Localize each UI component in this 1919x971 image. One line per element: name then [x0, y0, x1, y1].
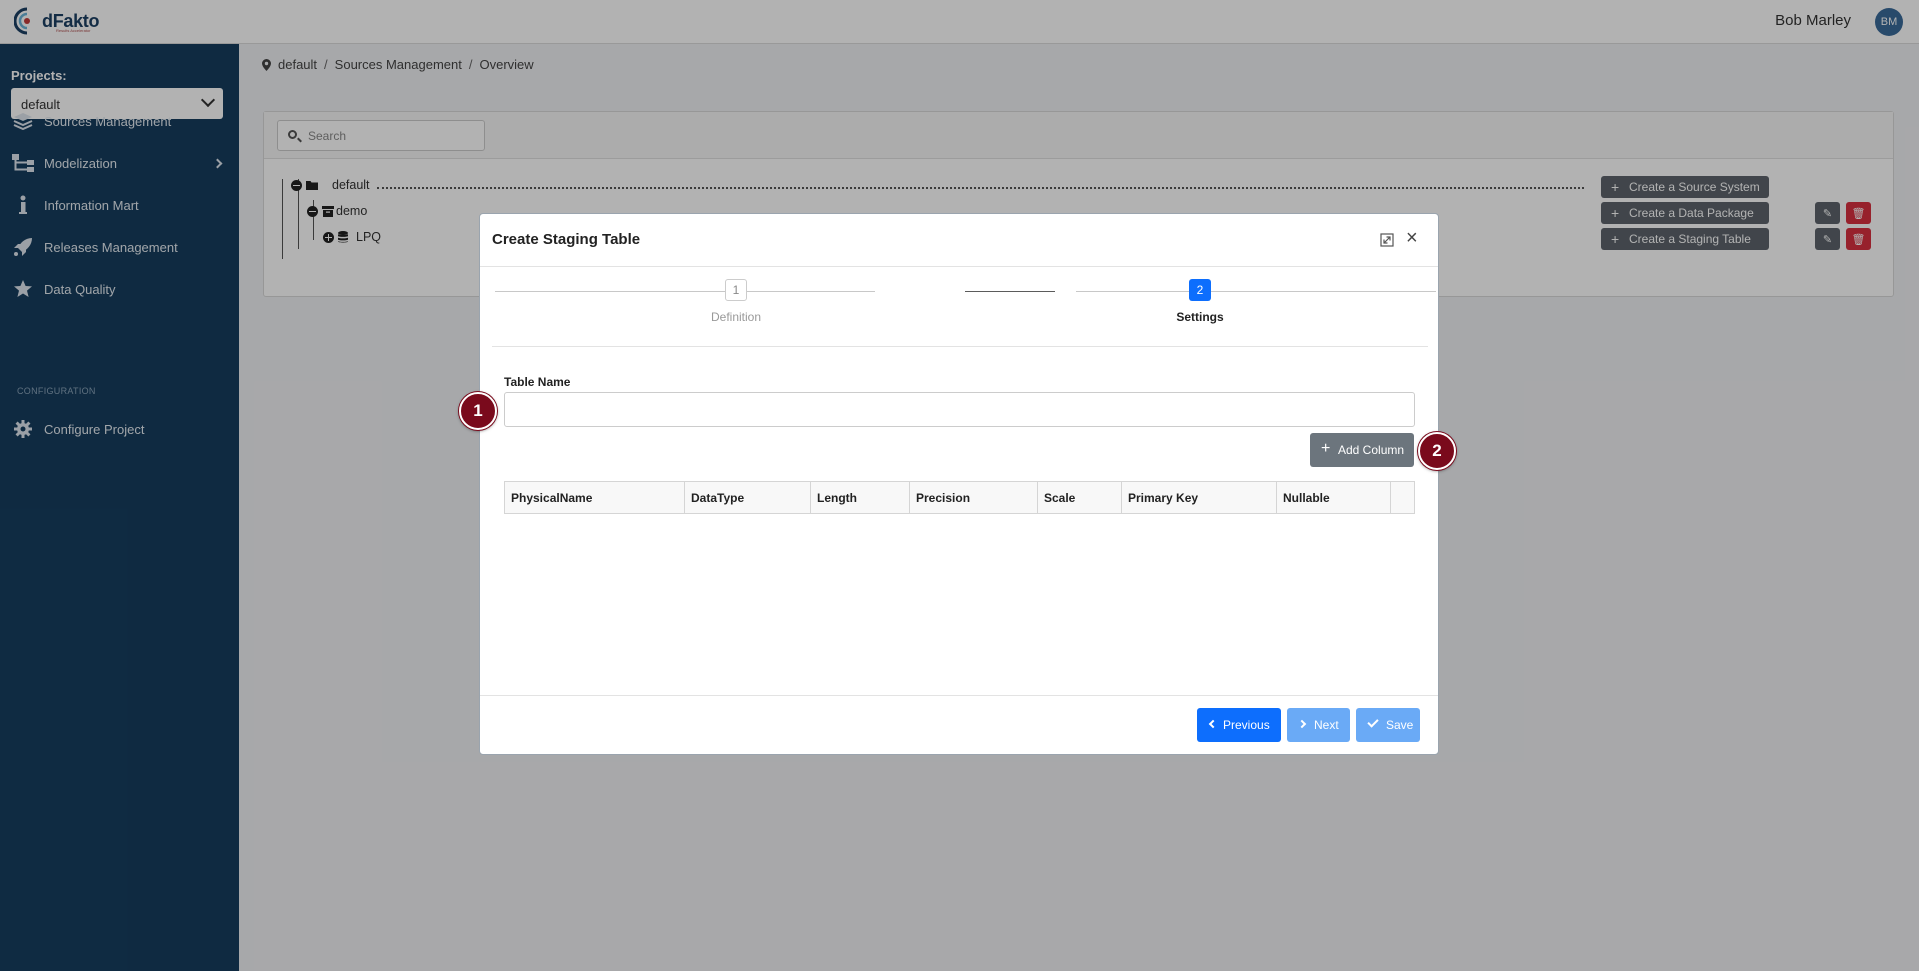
step-2-number[interactable]: 2	[1189, 279, 1211, 301]
previous-label: Previous	[1223, 718, 1270, 732]
column-header-datatype[interactable]: DataType	[685, 482, 811, 513]
column-header-length[interactable]: Length	[811, 482, 910, 513]
stepper-divider	[492, 346, 1428, 347]
modal-footer-divider	[480, 695, 1438, 696]
column-header-nullable[interactable]: Nullable	[1277, 482, 1391, 513]
modal-title: Create Staging Table	[492, 231, 641, 248]
add-column-button[interactable]: + Add Column	[1310, 433, 1414, 467]
table-name-label: Table Name	[504, 375, 571, 389]
annotation-marker-1: 1	[459, 392, 497, 430]
chevron-right-icon	[1297, 719, 1307, 729]
check-icon	[1367, 716, 1379, 728]
annotation-marker-2: 2	[1418, 432, 1456, 470]
column-header-primary-key[interactable]: Primary Key	[1122, 482, 1277, 513]
modal-header-divider	[480, 266, 1438, 267]
save-button[interactable]: Save	[1356, 708, 1420, 742]
next-button[interactable]: Next	[1287, 708, 1350, 742]
next-label: Next	[1314, 718, 1339, 732]
step-1-number[interactable]: 1	[725, 279, 747, 301]
column-header-precision[interactable]: Precision	[910, 482, 1038, 513]
column-header-scale[interactable]: Scale	[1038, 482, 1122, 513]
column-header-physicalname[interactable]: PhysicalName	[505, 482, 685, 513]
plus-icon: +	[1321, 440, 1331, 457]
table-name-input[interactable]	[504, 392, 1415, 427]
step-1-label[interactable]: Definition	[711, 310, 761, 324]
maximize-icon[interactable]	[1380, 233, 1394, 247]
stepper-line	[965, 291, 1055, 292]
stepper-line	[495, 291, 875, 292]
close-icon[interactable]: ×	[1406, 228, 1418, 248]
chevron-left-icon	[1208, 719, 1218, 729]
create-staging-table-modal: Create Staging Table × 1 Definition 2 Se…	[479, 213, 1439, 755]
previous-button[interactable]: Previous	[1197, 708, 1281, 742]
add-column-label: Add Column	[1338, 443, 1405, 457]
columns-table-header: PhysicalName DataType Length Precision S…	[504, 481, 1415, 514]
column-header-actions	[1391, 482, 1414, 513]
step-2-label[interactable]: Settings	[1176, 310, 1223, 324]
stepper-line	[1076, 291, 1436, 292]
save-label: Save	[1386, 718, 1414, 732]
